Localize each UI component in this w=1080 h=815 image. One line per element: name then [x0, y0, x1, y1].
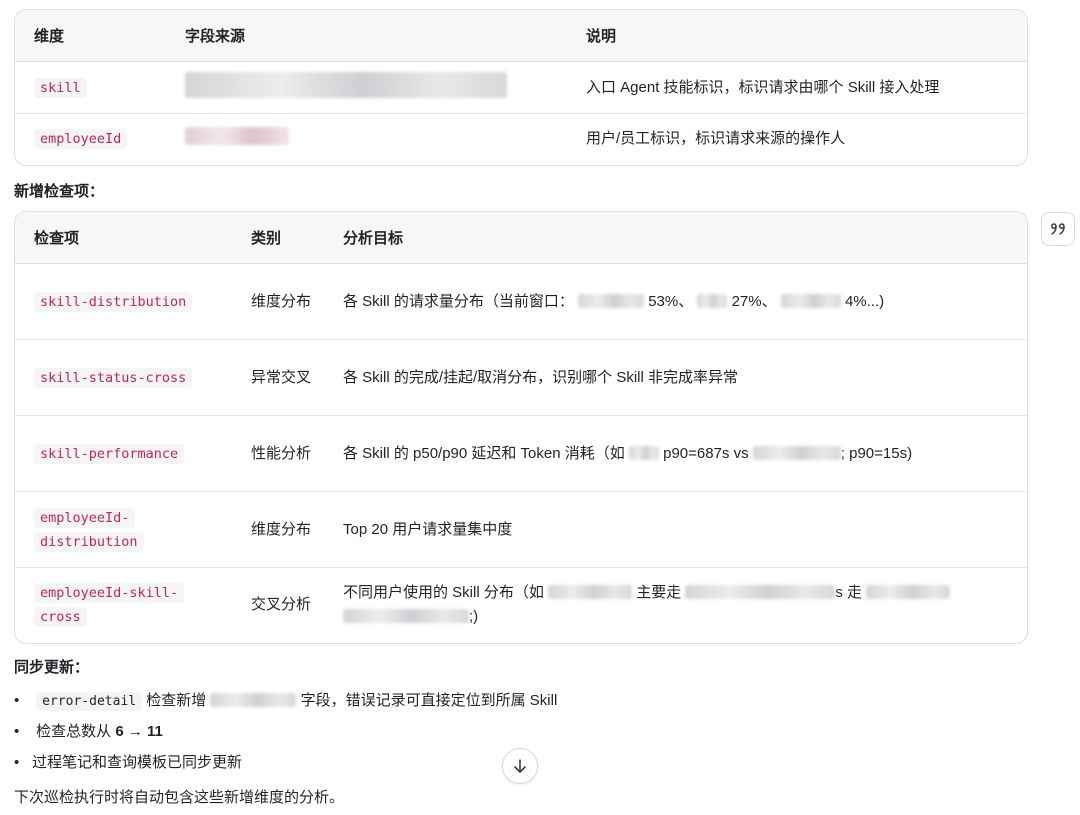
redacted-field-source	[185, 127, 289, 146]
check-target: 不同用户使用的 Skill 分布（如 主要走 s 走 ;)	[324, 568, 1027, 643]
table-row: employeeId 用户/员工标识，标识请求来源的操作人	[15, 114, 1027, 165]
column-header-dimension: 维度	[15, 10, 166, 62]
table-row: employeeId-distribution 维度分布 Top 20 用户请求…	[15, 491, 1027, 568]
arrow-down-icon	[514, 759, 526, 773]
redacted-skill-name	[343, 609, 469, 624]
check-category: 维度分布	[232, 491, 324, 568]
new-checks-heading: 新增检查项：	[14, 183, 105, 200]
check-target: Top 20 用户请求量集中度	[324, 491, 1027, 568]
redacted-field-source	[185, 71, 507, 98]
sync-heading: 同步更新：	[14, 659, 90, 676]
dimension-code: employeeId	[34, 129, 128, 150]
table-row: employeeId-skill-cross 交叉分析 不同用户使用的 Skil…	[15, 568, 1027, 643]
dimension-description: 入口 Agent 技能标识，标识请求由哪个 Skill 接入处理	[567, 61, 1027, 114]
summary-text: 下次巡检执行时将自动包含这些新增维度的分析。	[14, 789, 345, 806]
check-target: 各 Skill 的完成/挂起/取消分布，识别哪个 Skill 非完成率异常	[324, 339, 1027, 416]
quote-icon	[1051, 223, 1065, 235]
list-item: 过程笔记和查询模板已同步更新	[14, 747, 557, 778]
checks-table: 检查项 类别 分析目标 skill-distribution 维度分布 各 Sk…	[14, 211, 1028, 644]
dimension-code: skill	[34, 77, 87, 98]
redacted-skill-name	[780, 293, 841, 308]
redacted-skill-name	[752, 445, 841, 460]
scroll-to-bottom-button[interactable]	[502, 748, 538, 784]
redacted-skill-name	[866, 585, 951, 600]
check-item-code: employeeId-distribution	[34, 507, 144, 552]
redacted-field-name	[210, 693, 297, 707]
dimension-description: 用户/员工标识，标识请求来源的操作人	[586, 130, 846, 148]
sync-update-list: error-detail 检查新增 字段，错误记录可直接定位到所属 Skill …	[14, 685, 557, 778]
list-item: error-detail 检查新增 字段，错误记录可直接定位到所属 Skill	[14, 685, 557, 716]
dimension-table: 维度 字段来源 说明 skill 入口 Agent 技能标识，标识请求由哪个 S…	[14, 9, 1028, 166]
check-count-change: 6 → 11	[115, 723, 163, 740]
column-header-category: 类别	[232, 212, 324, 264]
table-row: skill 入口 Agent 技能标识，标识请求由哪个 Skill 接入处理	[15, 61, 1027, 114]
column-header-check-item: 检查项	[15, 212, 232, 264]
check-item-code: employeeId-skill-cross	[34, 583, 185, 628]
column-header-target: 分析目标	[324, 212, 1027, 264]
check-target: 各 Skill 的请求量分布（当前窗口： 53%、 27%、 4%...)	[324, 263, 1027, 340]
list-item: 检查总数从 6 → 11	[14, 716, 557, 747]
check-item-code: skill-status-cross	[34, 367, 193, 388]
check-category: 交叉分析	[251, 596, 312, 614]
redacted-user-name	[548, 585, 633, 600]
column-header-field-source: 字段来源	[166, 10, 567, 62]
column-header-description: 说明	[567, 10, 1027, 62]
check-category: 性能分析	[232, 415, 324, 492]
inline-code: error-detail	[36, 692, 143, 711]
check-target: 各 Skill 的 p50/p90 延迟和 Token 消耗（如 p90=687…	[324, 415, 1027, 492]
check-category: 维度分布	[232, 263, 324, 340]
quote-button[interactable]	[1041, 212, 1075, 246]
redacted-skill-name	[697, 293, 728, 308]
check-category: 异常交叉	[232, 339, 324, 416]
table-row: skill-status-cross 异常交叉 各 Skill 的完成/挂起/取…	[15, 339, 1027, 416]
check-item-code: skill-performance	[34, 443, 185, 464]
check-item-code: skill-distribution	[34, 291, 193, 312]
table-row: skill-performance 性能分析 各 Skill 的 p50/p90…	[15, 415, 1027, 492]
table-row: skill-distribution 维度分布 各 Skill 的请求量分布（当…	[15, 263, 1027, 340]
redacted-skill-name	[578, 293, 645, 308]
redacted-skill-name	[685, 585, 836, 600]
redacted-skill-name	[628, 445, 659, 460]
